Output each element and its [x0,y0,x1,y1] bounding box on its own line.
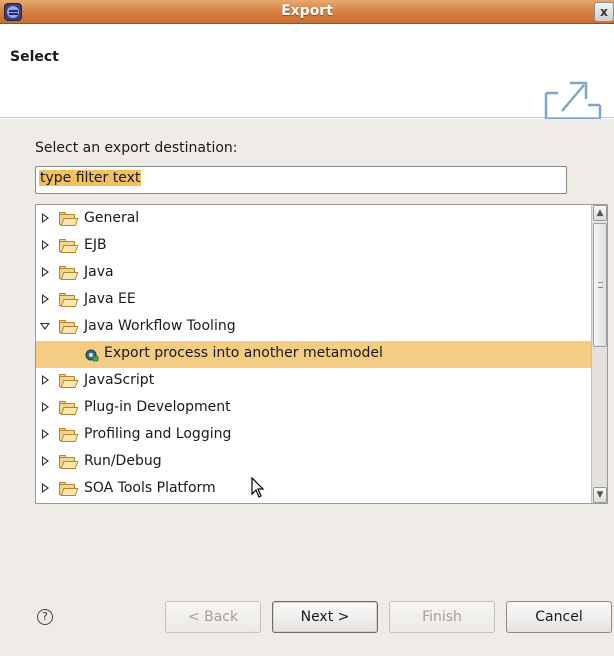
expand-right-icon[interactable] [42,267,49,277]
tree-item[interactable]: Java [36,260,592,287]
folder-icon [59,239,79,253]
tree-item-label: Java Workflow Tooling [84,318,236,334]
tree-scrollbar[interactable]: ▲ ▼ [591,205,607,503]
folder-icon [59,320,79,334]
expand-right-icon[interactable] [42,294,49,304]
destination-tree[interactable]: General EJB Java Java EE Java Workflow Tooli… [35,204,608,504]
title-bar: Export x [0,0,614,24]
help-button[interactable]: ? [37,609,53,625]
scroll-thumb[interactable] [593,223,607,347]
folder-icon [59,482,79,496]
tree-item[interactable]: Plug-in Development [36,395,592,422]
tree-item-label: Profiling and Logging [84,426,232,442]
tree-item-label: SOA Tools Platform [84,480,216,496]
expand-right-icon[interactable] [42,402,49,412]
page-title: Select [10,49,59,65]
folder-icon [59,455,79,469]
tree-item[interactable]: Profiling and Logging [36,422,592,449]
window-title: Export [281,3,333,19]
wizard-header: Select [0,24,614,121]
folder-icon [59,374,79,388]
expand-down-icon[interactable] [40,323,50,330]
cancel-button[interactable]: Cancel [506,601,612,633]
expand-right-icon[interactable] [42,456,49,466]
tree-item-label: JavaScript [84,372,155,388]
tree-item-label: Java EE [84,291,136,307]
wizard-body: Select an export destination: type filte… [0,119,614,656]
tree-item[interactable]: EJB [36,233,592,260]
tree-item[interactable]: SOA Tools Platform [36,476,592,503]
scroll-up-button[interactable]: ▲ [593,205,607,221]
back-button[interactable]: < Back [165,601,261,633]
folder-icon [59,212,79,226]
next-button[interactable]: Next > [272,601,378,633]
workflow-gear-icon [85,349,99,362]
tree-item-label: Export process into another metamodel [104,345,383,361]
tree-item[interactable]: JavaScript [36,368,592,395]
tree-item[interactable]: Java Workflow Tooling [36,314,592,341]
expand-right-icon[interactable] [42,483,49,493]
folder-icon [59,293,79,307]
destination-label: Select an export destination: [35,140,238,156]
destination-label-text: Select an export destination: [35,140,238,156]
folder-icon [59,428,79,442]
scroll-down-button[interactable]: ▼ [593,487,607,503]
tree-item-label: Plug-in Development [84,399,231,415]
tree-item-label: General [84,210,140,226]
export-icon [544,81,602,121]
expand-right-icon[interactable] [42,429,49,439]
tree-item[interactable]: Java EE [36,287,592,314]
tree-item-label: Run/Debug [84,453,162,469]
close-button[interactable]: x [594,2,614,22]
tree-item-label: EJB [84,237,107,253]
tree-item-child[interactable]: Export process into another metamodel [36,341,592,368]
expand-right-icon[interactable] [42,375,49,385]
finish-button[interactable]: Finish [389,601,495,633]
scroll-grip-icon [598,282,603,288]
folder-icon [59,266,79,280]
filter-input[interactable]: type filter text [35,166,567,194]
folder-icon [59,401,79,415]
filter-text: type filter text [39,170,142,186]
expand-right-icon[interactable] [42,213,49,223]
mouse-cursor-icon [251,477,265,498]
tree-item-label: Java [84,264,114,280]
tree-item[interactable]: General [36,206,592,233]
tree-item[interactable]: Run/Debug [36,449,592,476]
expand-right-icon[interactable] [42,240,49,250]
